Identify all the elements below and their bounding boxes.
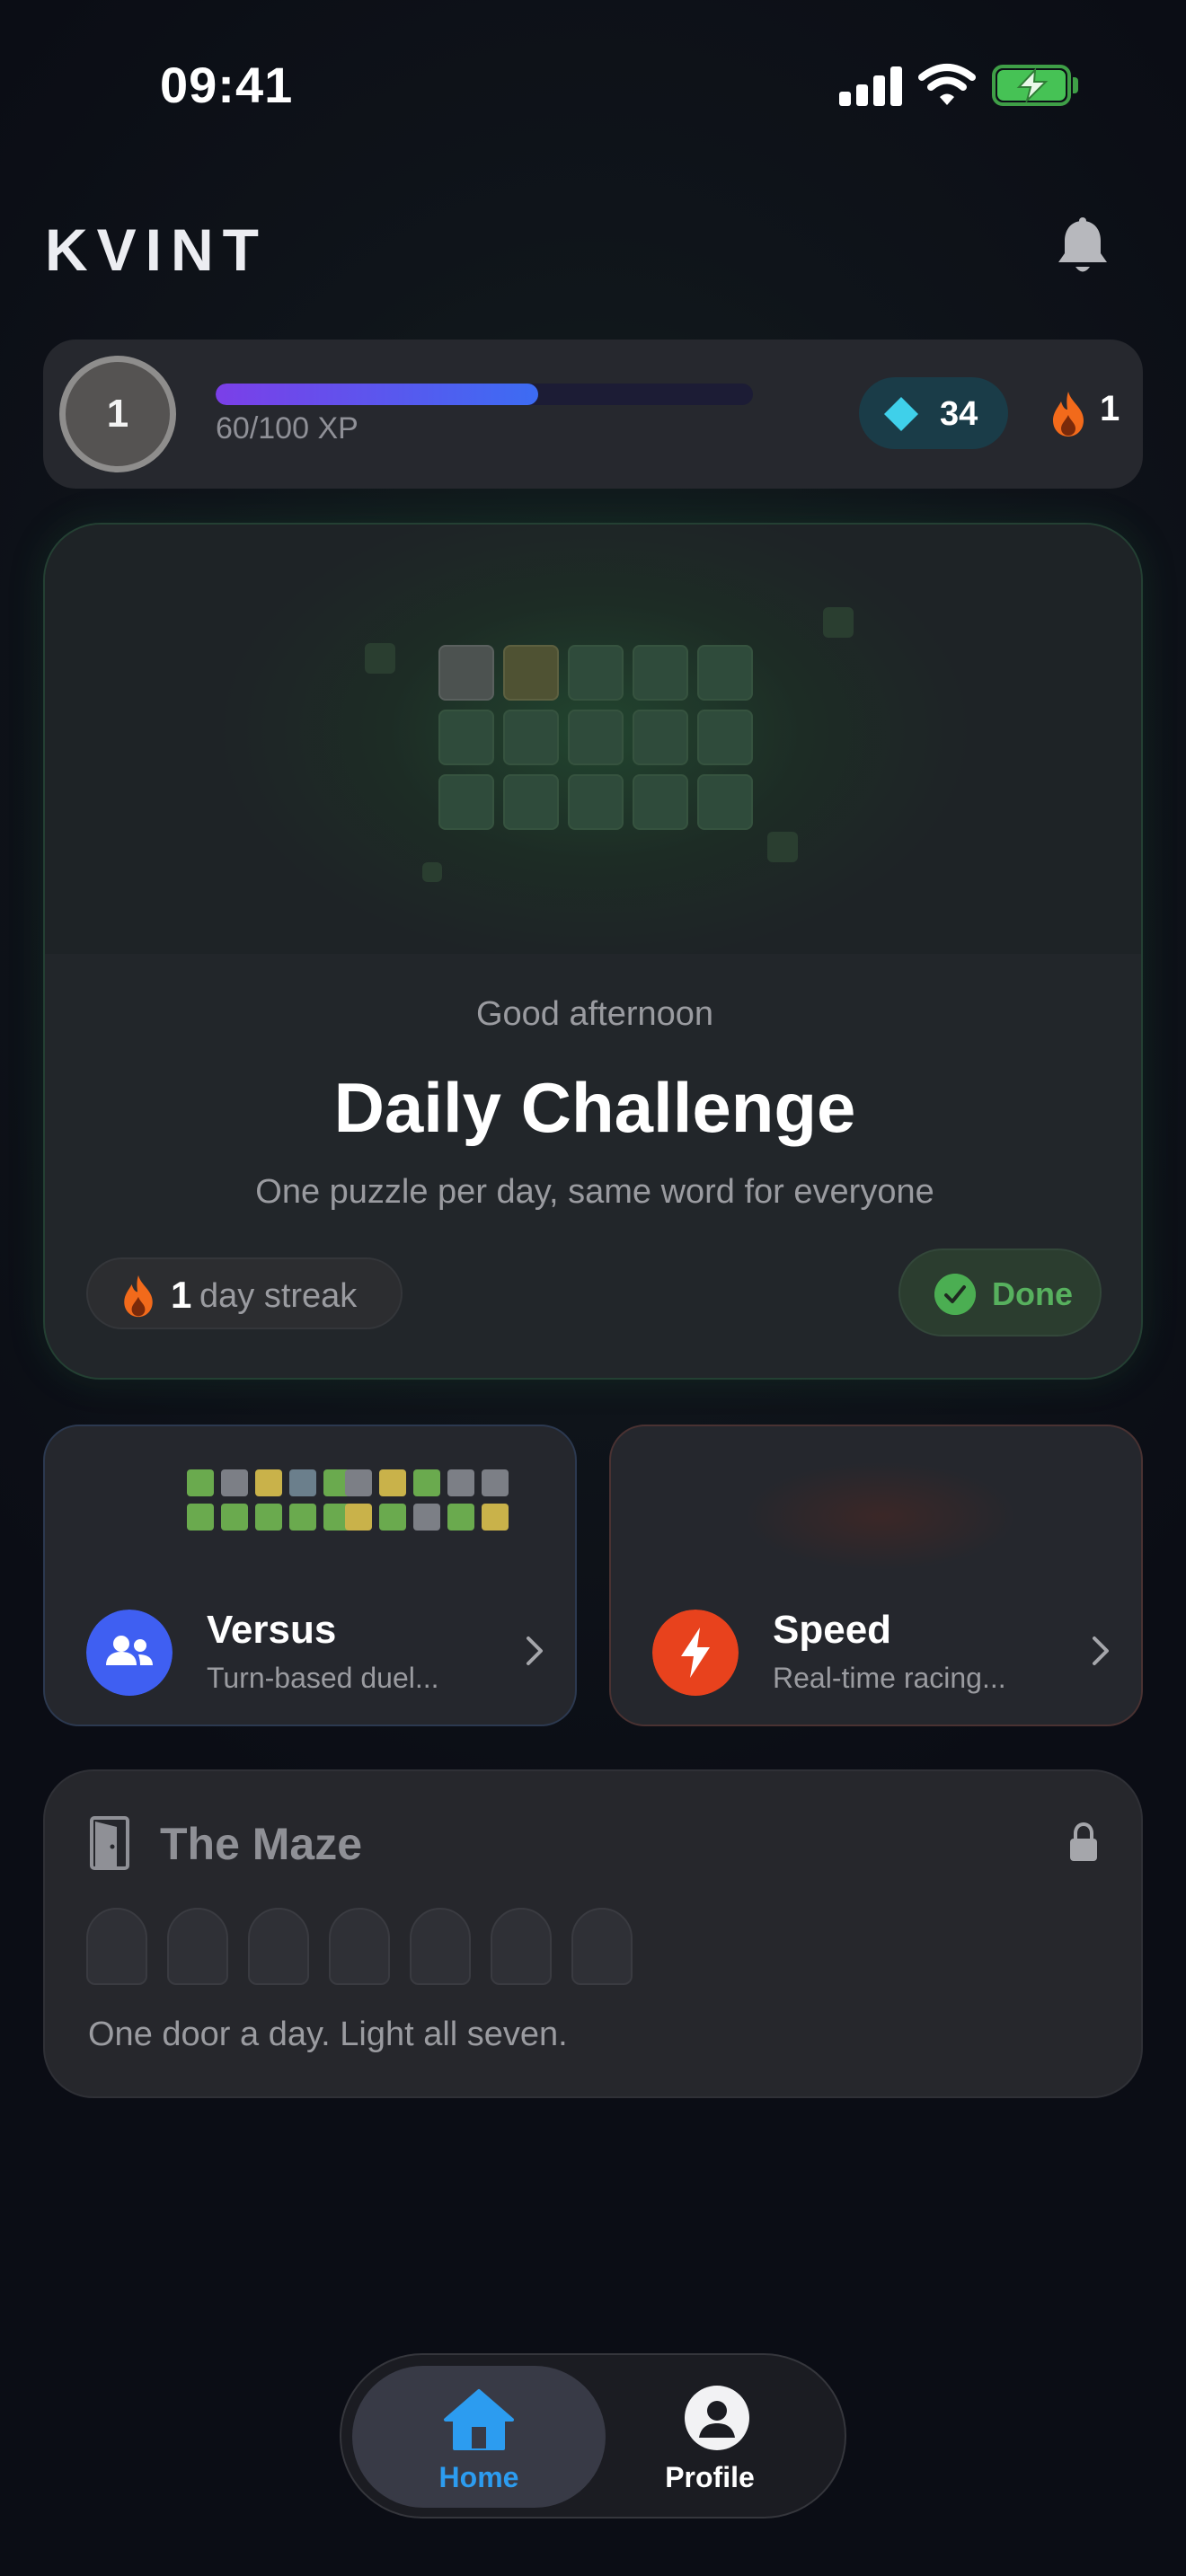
chevron-right-icon <box>527 1636 543 1665</box>
maze-door <box>571 1908 633 1985</box>
maze-door <box>167 1908 228 1985</box>
daily-challenge-title: Daily Challenge <box>333 1068 856 1147</box>
gems-count: 34 <box>940 395 978 433</box>
chevron-right-icon <box>1093 1636 1109 1665</box>
xp-progress-fill <box>216 384 538 405</box>
bolt-icon <box>652 1610 739 1696</box>
bottom-nav: Home Profile <box>340 2353 846 2519</box>
streak-count: 1 <box>1100 389 1120 428</box>
gems-badge[interactable]: 34 <box>859 377 1008 449</box>
home-icon <box>444 2389 514 2450</box>
nav-profile-label: Profile <box>665 2461 755 2493</box>
profile-icon <box>685 2386 749 2450</box>
speed-subtitle: Real-time racing... <box>773 1662 1006 1694</box>
door-icon <box>90 1816 129 1870</box>
done-button[interactable]: Done <box>898 1248 1102 1337</box>
users-icon <box>86 1610 173 1696</box>
speed-title: Speed <box>773 1608 892 1652</box>
cellular-signal-icon <box>839 66 902 106</box>
nav-home-tab[interactable]: Home <box>352 2366 606 2508</box>
lock-icon <box>1070 1822 1097 1861</box>
daily-challenge-card[interactable]: Good afternoon Daily Challenge One puzzl… <box>43 523 1143 1380</box>
versus-subtitle: Turn-based duel... <box>207 1662 439 1694</box>
maze-door <box>86 1908 147 1985</box>
done-label: Done <box>992 1275 1073 1312</box>
daily-challenge-subtitle: One puzzle per day, same word for everyo… <box>255 1173 934 1211</box>
maze-title: The Maze <box>160 1819 363 1869</box>
versus-title: Versus <box>207 1608 337 1652</box>
streak-number: 1 <box>171 1274 192 1316</box>
flame-icon <box>124 1275 153 1318</box>
gem-icon <box>884 397 918 431</box>
greeting: Good afternoon <box>475 995 714 1033</box>
maze-door <box>248 1908 309 1985</box>
speed-mode-card[interactable]: Speed Real-time racing... <box>609 1425 1143 1726</box>
nav-profile-tab[interactable]: Profile <box>606 2366 837 2508</box>
check-icon <box>934 1274 976 1315</box>
maze-door <box>410 1908 471 1985</box>
progress-card: 1 60/100 XP 34 1 <box>43 340 1143 489</box>
streak-label: day streak <box>199 1277 358 1315</box>
app-logo: KVINT <box>45 216 268 283</box>
nav-home-label: Home <box>438 2461 519 2493</box>
battery-icon <box>992 65 1078 106</box>
maze-subtitle: One door a day. Light all seven. <box>88 2016 568 2053</box>
daily-hero-illustration <box>45 525 1141 954</box>
level-badge[interactable]: 1 <box>59 356 176 472</box>
bell-icon[interactable] <box>1053 216 1112 278</box>
flame-icon <box>1053 392 1084 437</box>
clock: 09:41 <box>160 57 294 113</box>
maze-door <box>491 1908 552 1985</box>
speed-illustration <box>719 1444 1042 1579</box>
xp-progress-bar <box>216 384 753 405</box>
wifi-icon <box>918 64 976 105</box>
streak-badge: 1 day streak <box>86 1257 403 1329</box>
versus-mode-card[interactable]: Versus Turn-based duel... <box>43 1425 577 1726</box>
status-bar: 09:41 <box>0 0 1186 171</box>
maze-door <box>329 1908 390 1985</box>
maze-card[interactable]: The Maze One door a day. Light all seven… <box>43 1769 1143 2098</box>
xp-label: 60/100 XP <box>216 411 358 446</box>
